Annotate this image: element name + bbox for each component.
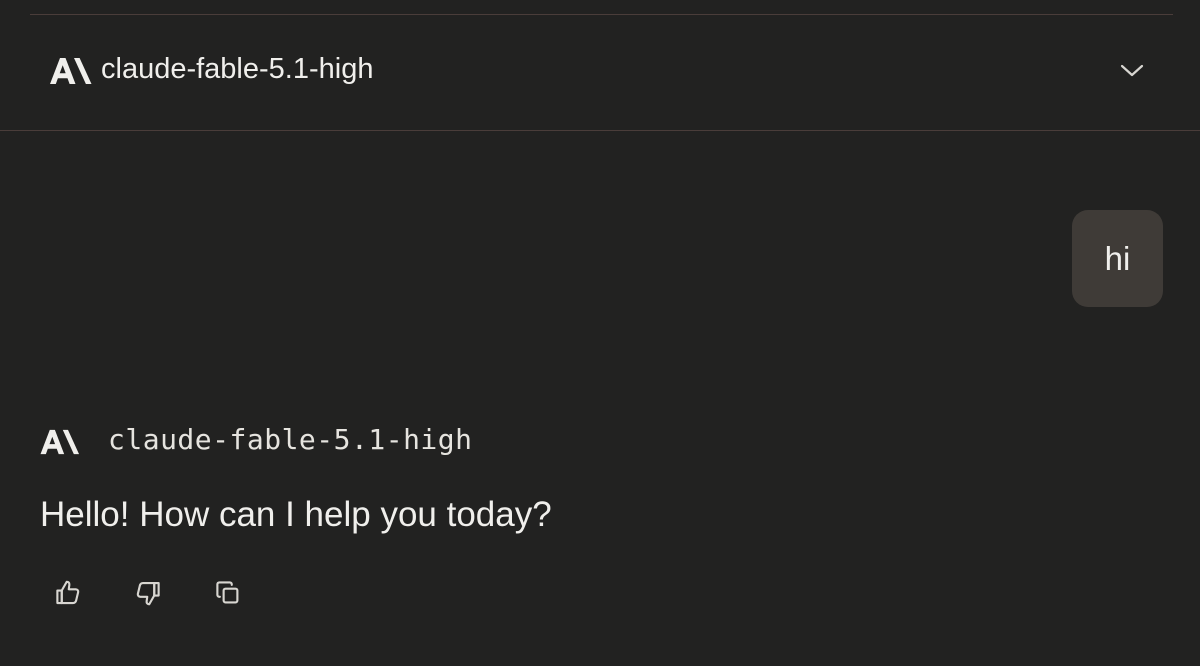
anthropic-logo-icon	[50, 58, 92, 84]
user-message-bubble: hi	[1072, 210, 1163, 307]
model-selector[interactable]: claude-fable-5.1-high	[0, 15, 1200, 130]
chevron-down-icon[interactable]	[1118, 59, 1146, 81]
thumbs-down-icon	[136, 581, 160, 606]
message-actions	[50, 575, 270, 611]
assistant-header: claude-fable-5.1-high	[40, 420, 640, 460]
anthropic-logo-icon	[40, 429, 80, 455]
copy-icon	[216, 581, 239, 604]
thumbs-down-button[interactable]	[130, 575, 166, 611]
thumbs-up-icon	[56, 580, 80, 605]
user-message-text: hi	[1104, 239, 1131, 277]
header-divider	[0, 130, 1200, 131]
copy-button[interactable]	[210, 575, 246, 611]
model-selector-label: claude-fable-5.1-high	[101, 53, 374, 85]
assistant-model-name: claude-fable-5.1-high	[108, 423, 473, 456]
chat-page: claude-fable-5.1-high hi claude-fable-5.…	[0, 0, 1200, 666]
thumbs-up-button[interactable]	[50, 575, 86, 611]
assistant-message-text: Hello! How can I help you today?	[40, 495, 552, 534]
